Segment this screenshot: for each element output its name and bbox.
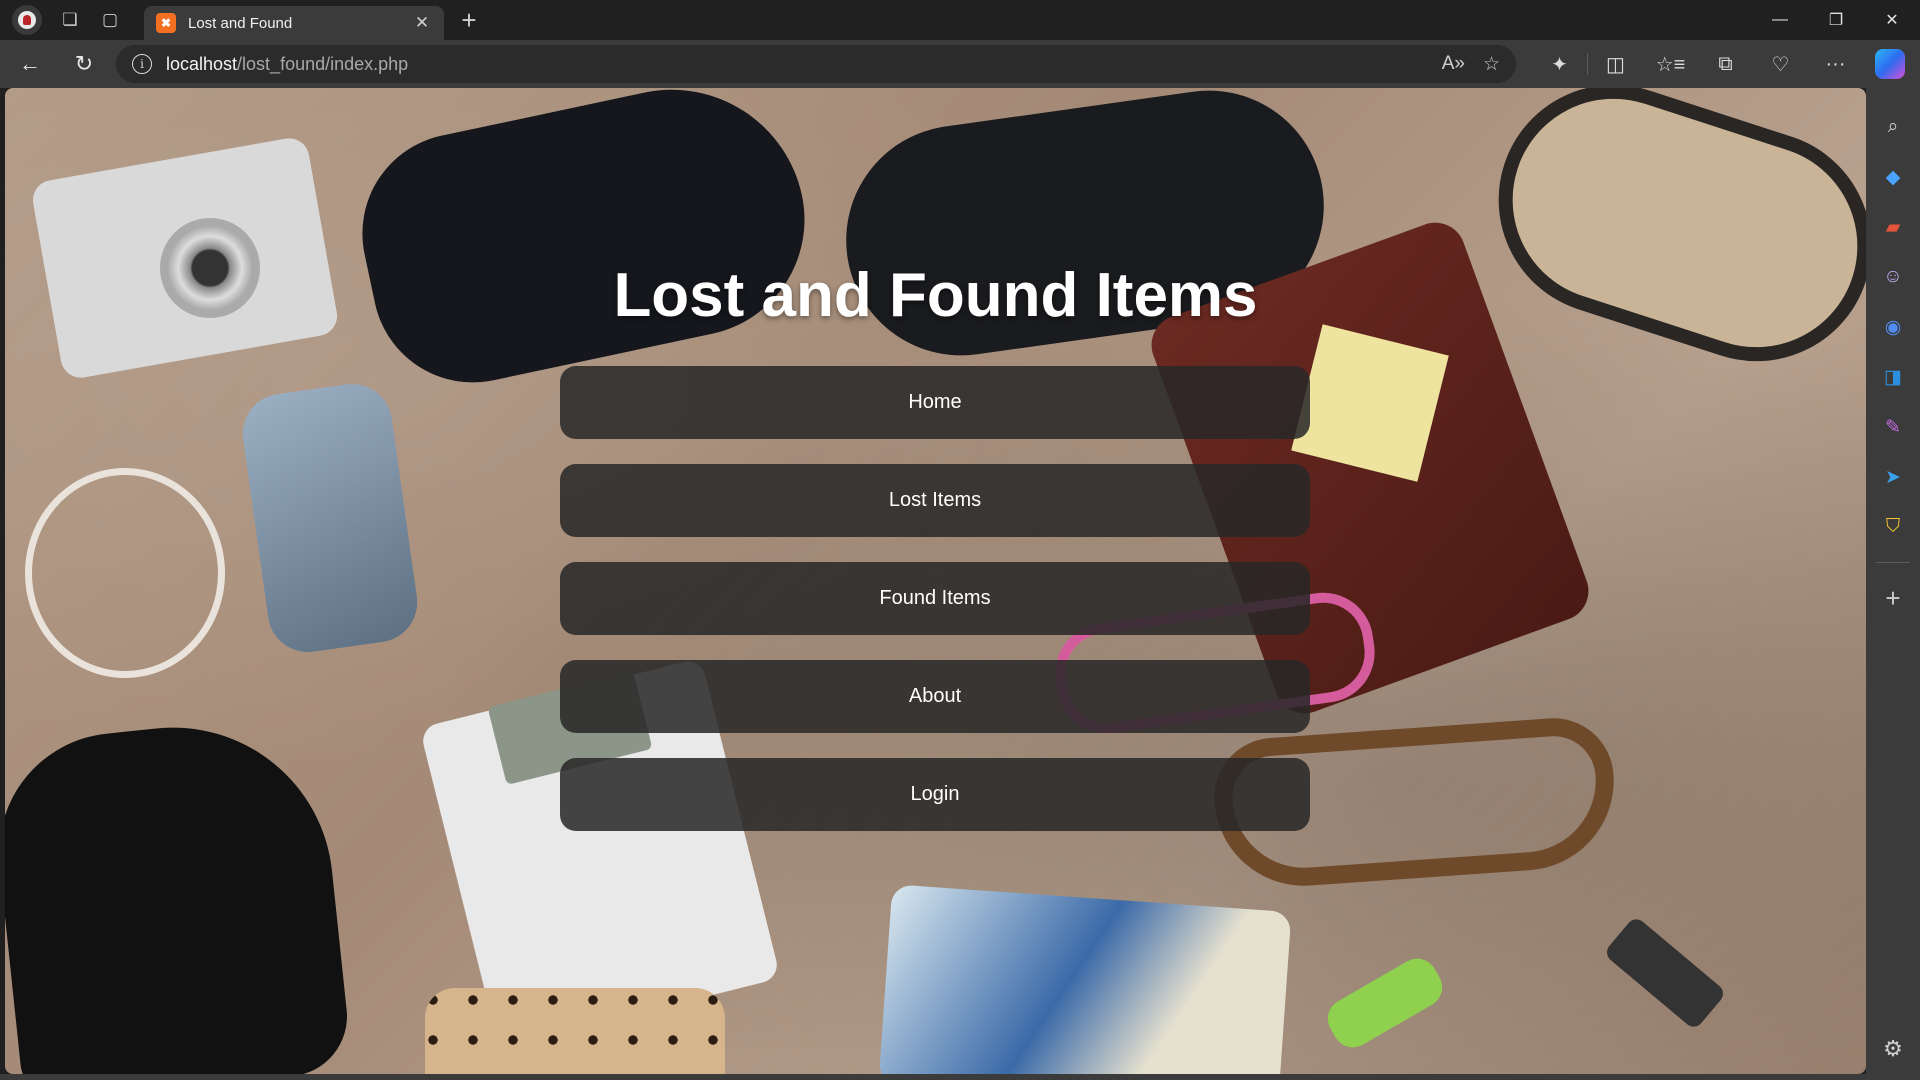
more-menu-icon[interactable]: ··· xyxy=(1808,53,1863,76)
reload-button[interactable]: ↻ xyxy=(60,44,108,84)
toolbox-icon[interactable]: ▰ xyxy=(1879,213,1907,241)
read-aloud-icon[interactable]: A» xyxy=(1442,53,1465,76)
url-host: localhost xyxy=(166,53,238,74)
tab-lost-and-found[interactable]: ✖ Lost and Found ✕ xyxy=(144,6,444,40)
login-button[interactable]: Login xyxy=(560,758,1310,831)
games-icon[interactable]: ⛉ xyxy=(1879,513,1907,541)
workspaces-icon[interactable]: ❏ xyxy=(50,0,90,40)
tab-title: Lost and Found xyxy=(188,14,293,32)
window-controls: — ❐ ✕ xyxy=(1752,0,1920,40)
copilot-icon[interactable] xyxy=(1875,49,1905,79)
navigation-bar: ← ↻ i localhost/lost_found/index.php A» … xyxy=(0,40,1920,88)
shopping-tag-icon[interactable]: ◆ xyxy=(1879,163,1907,191)
background-bracelet xyxy=(25,468,225,678)
tab-close-icon[interactable]: ✕ xyxy=(410,13,434,33)
search-icon[interactable]: ⌕ xyxy=(1879,113,1907,141)
background-usb-drive xyxy=(1320,951,1450,1055)
address-bar[interactable]: i localhost/lost_found/index.php A» ☆ xyxy=(116,45,1516,83)
collections-icon[interactable]: ⧉ xyxy=(1698,53,1753,76)
xampp-favicon-icon: ✖ xyxy=(156,13,176,33)
extensions-icon[interactable]: ✦ xyxy=(1532,52,1587,77)
found-items-button[interactable]: Found Items xyxy=(560,562,1310,635)
title-bar: ❏ ▢ ✖ Lost and Found ✕ + — ❐ ✕ xyxy=(0,0,1920,40)
background-glove xyxy=(5,711,353,1074)
people-icon[interactable]: ☺ xyxy=(1879,263,1907,291)
close-window-button[interactable]: ✕ xyxy=(1864,0,1920,40)
background-usb-drive xyxy=(1602,915,1728,1031)
profile-icon[interactable] xyxy=(12,5,42,35)
background-glasses-case xyxy=(343,88,827,402)
url-path: /lost_found/index.php xyxy=(237,53,409,74)
designer-icon[interactable]: ✎ xyxy=(1879,413,1907,441)
main-menu: Home Lost Items Found Items About Login xyxy=(560,366,1310,831)
edge-sidebar: ⌕ ◆ ▰ ☺ ◉ ◨ ✎ ➤ ⛉ + ⚙ xyxy=(1866,88,1920,1080)
split-screen-icon[interactable]: ◫ xyxy=(1588,52,1643,77)
sidebar-divider xyxy=(1876,562,1910,563)
browser-toolbar: ✦ ◫ ☆≡ ⧉ ♡ ··· xyxy=(1532,49,1905,79)
lost-items-button[interactable]: Lost Items xyxy=(560,464,1310,537)
outlook-icon[interactable]: ◨ xyxy=(1879,363,1907,391)
about-button[interactable]: About xyxy=(560,660,1310,733)
send-icon[interactable]: ➤ xyxy=(1879,463,1907,491)
favorite-star-icon[interactable]: ☆ xyxy=(1483,53,1500,76)
page-title: Lost and Found Items xyxy=(613,261,1258,330)
new-tab-icon[interactable]: + xyxy=(454,5,484,36)
restore-button[interactable]: ❐ xyxy=(1808,0,1864,40)
site-info-icon[interactable]: i xyxy=(132,54,152,74)
sidebar-settings-icon[interactable]: ⚙ xyxy=(1883,1036,1903,1062)
background-phone xyxy=(237,378,423,658)
favorites-icon[interactable]: ☆≡ xyxy=(1643,52,1698,77)
window-bottom-edge xyxy=(0,1074,1866,1080)
background-glasses-case xyxy=(1468,88,1866,392)
add-sidebar-app-icon[interactable]: + xyxy=(1879,583,1907,613)
home-button[interactable]: Home xyxy=(560,366,1310,439)
background-pouch xyxy=(878,884,1292,1074)
browser-essentials-icon[interactable]: ♡ xyxy=(1753,52,1808,77)
page-viewport: Lost and Found Items Home Lost Items Fou… xyxy=(5,88,1866,1074)
vertical-tabs-icon[interactable]: ▢ xyxy=(90,0,130,40)
back-button[interactable]: ← xyxy=(6,44,54,84)
minimize-button[interactable]: — xyxy=(1752,0,1808,40)
background-leopard-pouch xyxy=(425,988,725,1074)
office-icon[interactable]: ◉ xyxy=(1879,313,1907,341)
